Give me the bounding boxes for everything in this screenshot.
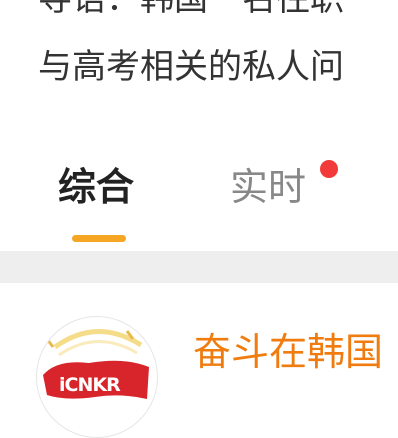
tab-comprehensive[interactable]: 综合	[58, 168, 134, 206]
avatar[interactable]: iCNKR	[36, 316, 158, 438]
notification-dot-icon	[320, 160, 338, 178]
active-tab-indicator	[72, 235, 126, 242]
section-divider	[0, 251, 398, 283]
tab-bar: 综合 实时	[0, 160, 398, 250]
tab-realtime[interactable]: 实时	[230, 168, 306, 206]
article-text-line-1[interactable]: 导语：韩国一名往职	[38, 0, 344, 16]
article-text-line-2[interactable]: 与高考相关的私人问	[38, 50, 344, 84]
post-row[interactable]: iCNKR 奋斗在韩国	[0, 283, 398, 438]
avatar-logo-text: iCNKR	[59, 374, 121, 396]
account-name[interactable]: 奋斗在韩国	[193, 333, 383, 371]
